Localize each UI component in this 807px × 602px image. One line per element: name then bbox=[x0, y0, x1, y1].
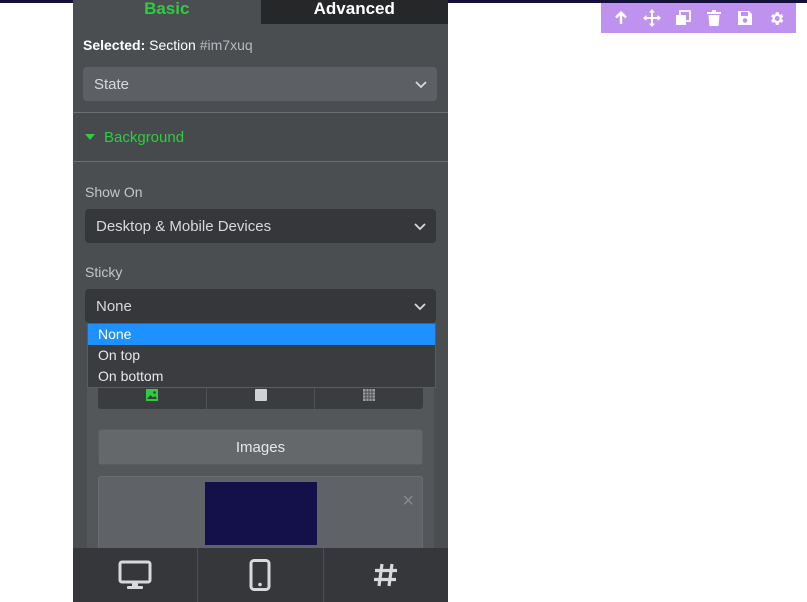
state-select[interactable]: State bbox=[83, 67, 437, 101]
tab-advanced[interactable]: Advanced bbox=[260, 0, 448, 24]
chevron-down-icon bbox=[414, 303, 426, 311]
device-desktop-button[interactable] bbox=[73, 548, 199, 602]
clone-icon bbox=[675, 10, 691, 25]
gear-icon bbox=[770, 11, 784, 25]
sticky-select[interactable]: None bbox=[85, 289, 436, 323]
show-on-select[interactable]: Desktop & Mobile Devices bbox=[85, 209, 436, 243]
selected-id: #im7xuq bbox=[199, 37, 253, 53]
component-toolbar bbox=[601, 3, 796, 33]
device-mobile-button[interactable] bbox=[198, 548, 324, 602]
state-select-value: State bbox=[94, 75, 130, 93]
save-button[interactable] bbox=[735, 8, 755, 28]
move-button[interactable] bbox=[642, 8, 662, 28]
sticky-option-on-top[interactable]: On top bbox=[88, 345, 435, 366]
delete-button[interactable] bbox=[704, 8, 724, 28]
sticky-dropdown-list: None On top On bottom bbox=[87, 323, 436, 388]
sticky-option-on-bottom[interactable]: On bottom bbox=[88, 366, 435, 387]
settings-button[interactable] bbox=[766, 8, 786, 28]
device-bar bbox=[73, 548, 448, 602]
chevron-down-icon bbox=[415, 81, 427, 89]
selected-prefix: Selected: bbox=[83, 37, 146, 53]
gradient-icon bbox=[363, 388, 376, 401]
selected-name: Section bbox=[149, 37, 196, 53]
move-icon bbox=[642, 9, 661, 27]
image-icon bbox=[145, 388, 158, 401]
mobile-icon bbox=[249, 559, 271, 591]
images-button[interactable]: Images bbox=[98, 429, 423, 465]
style-manager-panel: Basic Advanced Selected: Section #im7xuq… bbox=[73, 0, 448, 602]
caret-down-icon bbox=[85, 134, 95, 140]
sticky-label: Sticky bbox=[85, 264, 123, 280]
color-swatch-icon bbox=[254, 388, 267, 401]
divider bbox=[73, 161, 448, 162]
show-on-label: Show On bbox=[85, 184, 143, 200]
show-on-value: Desktop & Mobile Devices bbox=[96, 217, 272, 235]
sticky-value: None bbox=[96, 297, 132, 315]
desktop-icon bbox=[118, 560, 152, 589]
sticky-option-none[interactable]: None bbox=[88, 324, 435, 345]
chevron-down-icon bbox=[414, 223, 426, 231]
hash-icon bbox=[373, 563, 397, 587]
clone-button[interactable] bbox=[673, 8, 693, 28]
selected-component-info: Selected: Section #im7xuq bbox=[83, 37, 253, 53]
panel-tabs: Basic Advanced bbox=[73, 0, 448, 24]
image-thumbnail bbox=[205, 482, 317, 545]
tab-basic[interactable]: Basic bbox=[73, 0, 261, 24]
close-icon[interactable]: × bbox=[402, 491, 414, 511]
select-parent-button[interactable] bbox=[611, 8, 631, 28]
background-section-header[interactable]: Background bbox=[73, 113, 448, 161]
section-title: Background bbox=[104, 128, 185, 146]
device-code-button[interactable] bbox=[324, 548, 448, 602]
trash-icon bbox=[707, 10, 722, 26]
arrow-up-icon bbox=[614, 10, 627, 24]
save-icon bbox=[738, 11, 753, 25]
